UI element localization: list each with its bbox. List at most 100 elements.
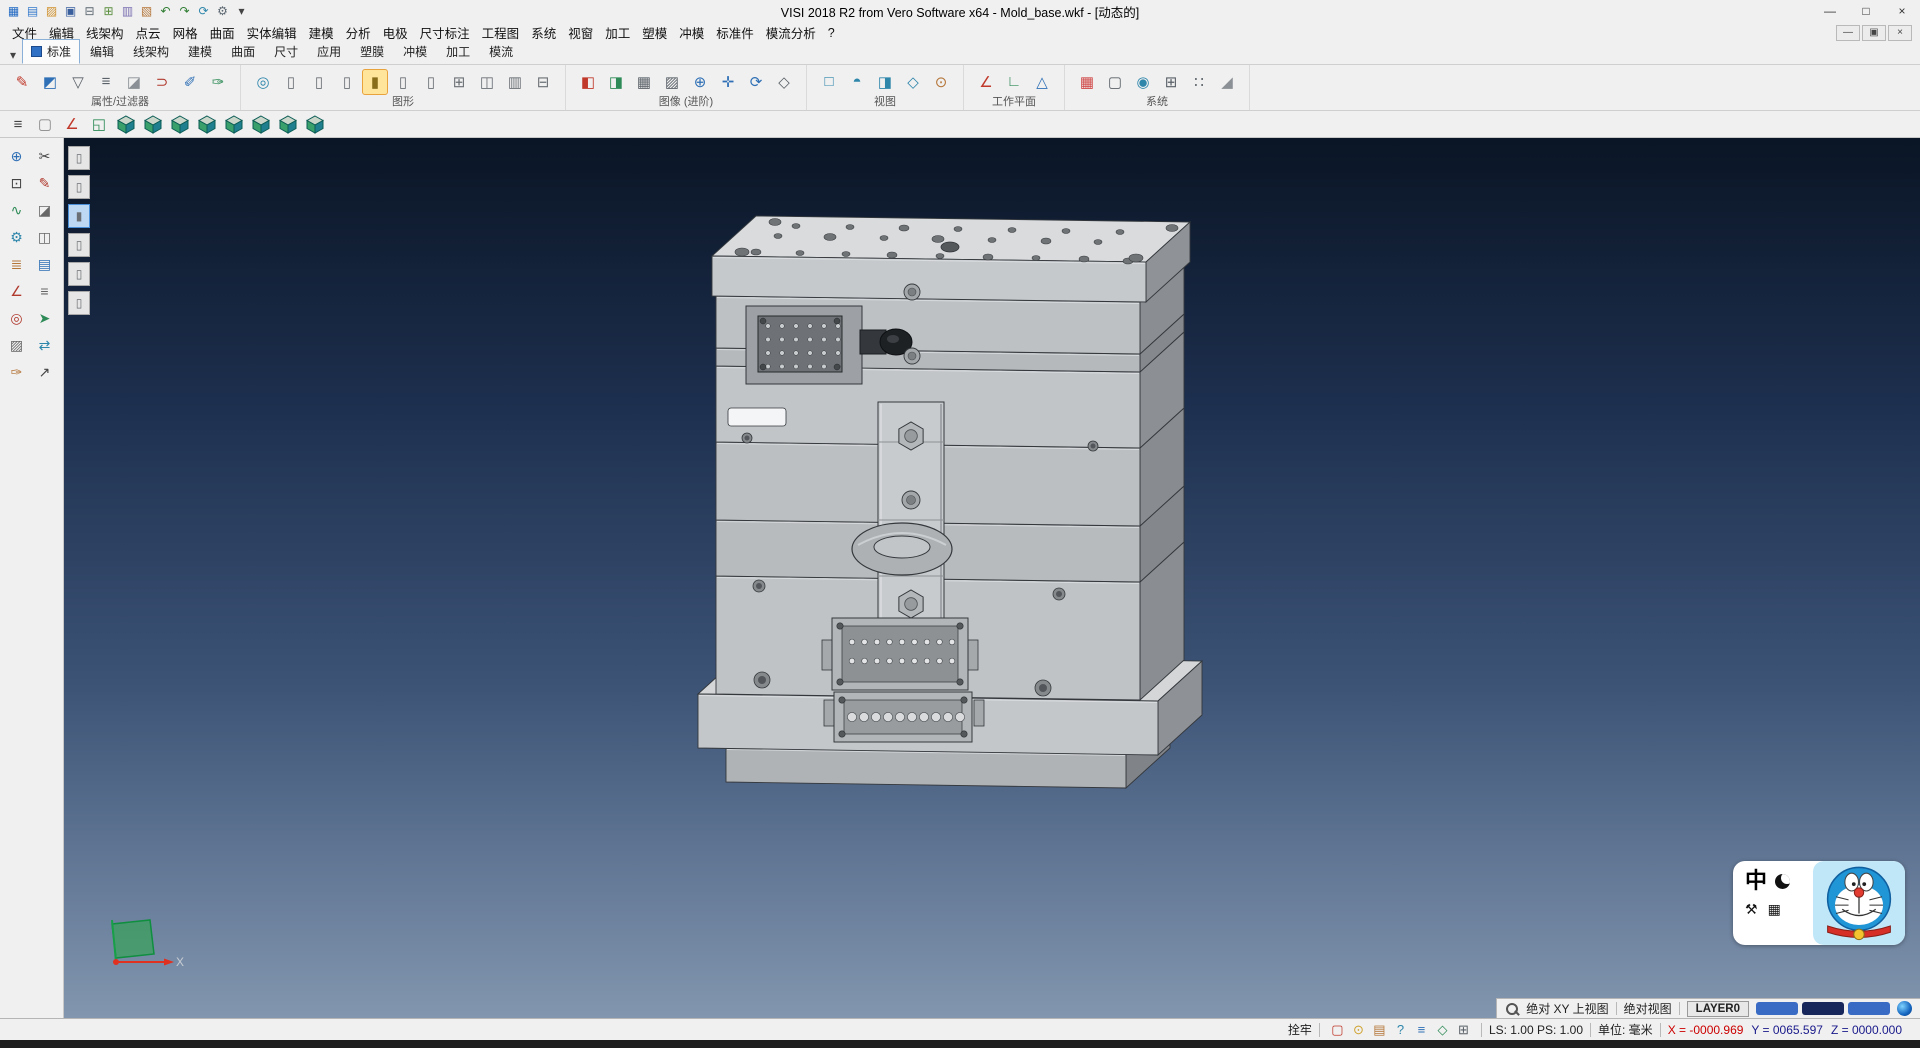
view-axon-icon[interactable]: ◇ — [900, 69, 926, 95]
paint-tool-icon[interactable]: ✑ — [5, 360, 29, 384]
tab-6[interactable]: 应用 — [308, 39, 350, 64]
graphics-cylinder-2-icon[interactable]: ▯ — [306, 69, 332, 95]
export-tool-icon[interactable]: ↗ — [33, 360, 57, 384]
graphics-cylinder-active-icon[interactable]: ▮ — [362, 69, 388, 95]
units-readout[interactable]: 单位: 毫米 — [1598, 1021, 1653, 1038]
tabbar-dropdown-icon[interactable]: ▾ — [4, 45, 22, 64]
ime-fullwidth-icon[interactable] — [1775, 874, 1790, 889]
view-cube-top-icon[interactable] — [249, 113, 273, 135]
viewbar-menu-icon[interactable]: ≡ — [6, 113, 30, 135]
graphics-box-3-icon[interactable]: ▥ — [502, 69, 528, 95]
tab-8[interactable]: 冲模 — [394, 39, 436, 64]
print-preview-icon[interactable]: ⊞ — [99, 2, 118, 20]
filter-panel-3-icon[interactable]: ▮ — [68, 204, 90, 228]
graphics-cylinder-5-icon[interactable]: ▯ — [418, 69, 444, 95]
properties-palette-icon[interactable]: ◩ — [37, 69, 63, 95]
target-tool-icon[interactable]: ◎ — [5, 306, 29, 330]
view-right-icon[interactable]: ◨ — [872, 69, 898, 95]
print-icon[interactable]: ⊟ — [80, 2, 99, 20]
filter-panel-6-icon[interactable]: ▯ — [68, 291, 90, 315]
menu-item-16[interactable]: 冲模 — [673, 21, 710, 44]
menu-item-15[interactable]: 塑模 — [636, 21, 673, 44]
view-mode-button[interactable]: 绝对 XY 上视图 — [1526, 1000, 1608, 1017]
graphics-circle-icon[interactable]: ◎ — [250, 69, 276, 95]
view-cube-iso-icon[interactable] — [114, 113, 138, 135]
redo-icon[interactable]: ↷ — [175, 2, 194, 20]
minimize-button[interactable]: — — [1812, 0, 1848, 22]
system-table-icon[interactable]: ⊞ — [1158, 69, 1184, 95]
layers-tool-icon[interactable]: ≡ — [33, 279, 57, 303]
workplane-3pt-icon[interactable]: △ — [1029, 69, 1055, 95]
view-pan-icon[interactable]: ✛ — [715, 69, 741, 95]
viewbar-grid-icon[interactable]: ◱ — [87, 113, 111, 135]
new-file-icon[interactable]: ▤ — [23, 2, 42, 20]
view-cube-right-icon[interactable] — [222, 113, 246, 135]
view-cube-front-icon[interactable] — [141, 113, 165, 135]
settings-icon[interactable]: ⚙ — [213, 2, 232, 20]
eraser-tool-icon[interactable]: ◪ — [33, 198, 57, 222]
view-cube-left-icon[interactable] — [195, 113, 219, 135]
view-rotate-icon[interactable]: ⟳ — [743, 69, 769, 95]
refresh-icon[interactable]: ⟳ — [194, 2, 213, 20]
ime-keyboard-icon[interactable]: ▦ — [1768, 901, 1781, 918]
tab-1[interactable]: 编辑 — [81, 39, 123, 64]
mdi-close-button[interactable]: × — [1888, 25, 1912, 41]
menu-item-19[interactable]: ? — [822, 24, 841, 42]
search-icon[interactable] — [1505, 1002, 1519, 1016]
hatch-tool-icon[interactable]: ▨ — [5, 333, 29, 357]
mirror-tool-icon[interactable]: ◫ — [33, 225, 57, 249]
menu-item-17[interactable]: 标准件 — [710, 21, 760, 44]
render-shaded-red-icon[interactable]: ◧ — [575, 69, 601, 95]
graphics-box-1-icon[interactable]: ⊞ — [446, 69, 472, 95]
pencil-tool-icon[interactable]: ✎ — [33, 171, 57, 195]
tab-2[interactable]: 线架构 — [124, 39, 178, 64]
copy-icon[interactable]: ▥ — [118, 2, 137, 20]
filter-funnel-icon[interactable]: ▽ — [65, 69, 91, 95]
status-layers-icon[interactable]: ≡ — [1411, 1021, 1432, 1039]
tab-10[interactable]: 模流 — [480, 39, 522, 64]
menu-item-12[interactable]: 系统 — [525, 21, 562, 44]
system-display-icon[interactable]: ▢ — [1102, 69, 1128, 95]
layer-color-swatch-1[interactable] — [1802, 1002, 1844, 1015]
filter-panel-2-icon[interactable]: ▯ — [68, 175, 90, 199]
notes-tool-icon[interactable]: ▤ — [33, 252, 57, 276]
graphics-cylinder-3-icon[interactable]: ▯ — [334, 69, 360, 95]
swap-tool-icon[interactable]: ⇄ — [33, 333, 57, 357]
viewbar-axes-icon[interactable]: ∠ — [60, 113, 84, 135]
lock-toggle[interactable]: 拴牢 — [1288, 1021, 1312, 1038]
filter-panel-1-icon[interactable]: ▯ — [68, 146, 90, 170]
view-cube-bottom-icon[interactable] — [276, 113, 300, 135]
graphics-cylinder-4-icon[interactable]: ▯ — [390, 69, 416, 95]
toolbar-options-icon[interactable]: ▾ — [232, 2, 251, 20]
ime-mode-button[interactable]: 中 — [1745, 869, 1767, 893]
tab-7[interactable]: 塑膜 — [351, 39, 393, 64]
close-button[interactable]: × — [1884, 0, 1920, 22]
view-zoom-icon[interactable]: ⊕ — [687, 69, 713, 95]
absolute-view-button[interactable]: 绝对视图 — [1624, 1000, 1672, 1017]
layer-color-swatch-0[interactable] — [1756, 1002, 1798, 1015]
zoom-tool-icon[interactable]: ⊕ — [5, 144, 29, 168]
menu-item-18[interactable]: 模流分析 — [760, 21, 822, 44]
workplane-align-icon[interactable]: ∟ — [1001, 69, 1027, 95]
view-top-icon[interactable]: ◓ — [844, 69, 870, 95]
layer-color-swatch-2[interactable] — [1848, 1002, 1890, 1015]
render-shaded-green-icon[interactable]: ◨ — [603, 69, 629, 95]
viewbar-plane-icon[interactable]: ▢ — [33, 113, 57, 135]
status-cube-icon[interactable]: ◇ — [1432, 1021, 1453, 1039]
maximize-button[interactable]: □ — [1848, 0, 1884, 22]
frame-tool-icon[interactable]: ⊡ — [5, 171, 29, 195]
save-icon[interactable]: ▣ — [61, 2, 80, 20]
menu-item-13[interactable]: 视窗 — [562, 21, 599, 44]
tab-4[interactable]: 曲面 — [222, 39, 264, 64]
tab-3[interactable]: 建模 — [179, 39, 221, 64]
system-colors-icon[interactable]: ▦ — [1074, 69, 1100, 95]
layer-button[interactable]: LAYER0 — [1687, 1001, 1749, 1017]
view-front-icon[interactable]: □ — [816, 69, 842, 95]
filter-magnet-icon[interactable]: ⊃ — [149, 69, 175, 95]
ime-toolbar[interactable]: 中 ⚒ ▦ — [1733, 861, 1905, 945]
mdi-minimize-button[interactable]: — — [1836, 25, 1860, 41]
viewport-canvas[interactable]: ▯▯▮▯▯▯ X 中 ⚒ ▦ — [64, 138, 1920, 1018]
gear-tool-icon[interactable]: ⚙ — [5, 225, 29, 249]
graphics-cylinder-1-icon[interactable]: ▯ — [278, 69, 304, 95]
undo-icon[interactable]: ↶ — [156, 2, 175, 20]
